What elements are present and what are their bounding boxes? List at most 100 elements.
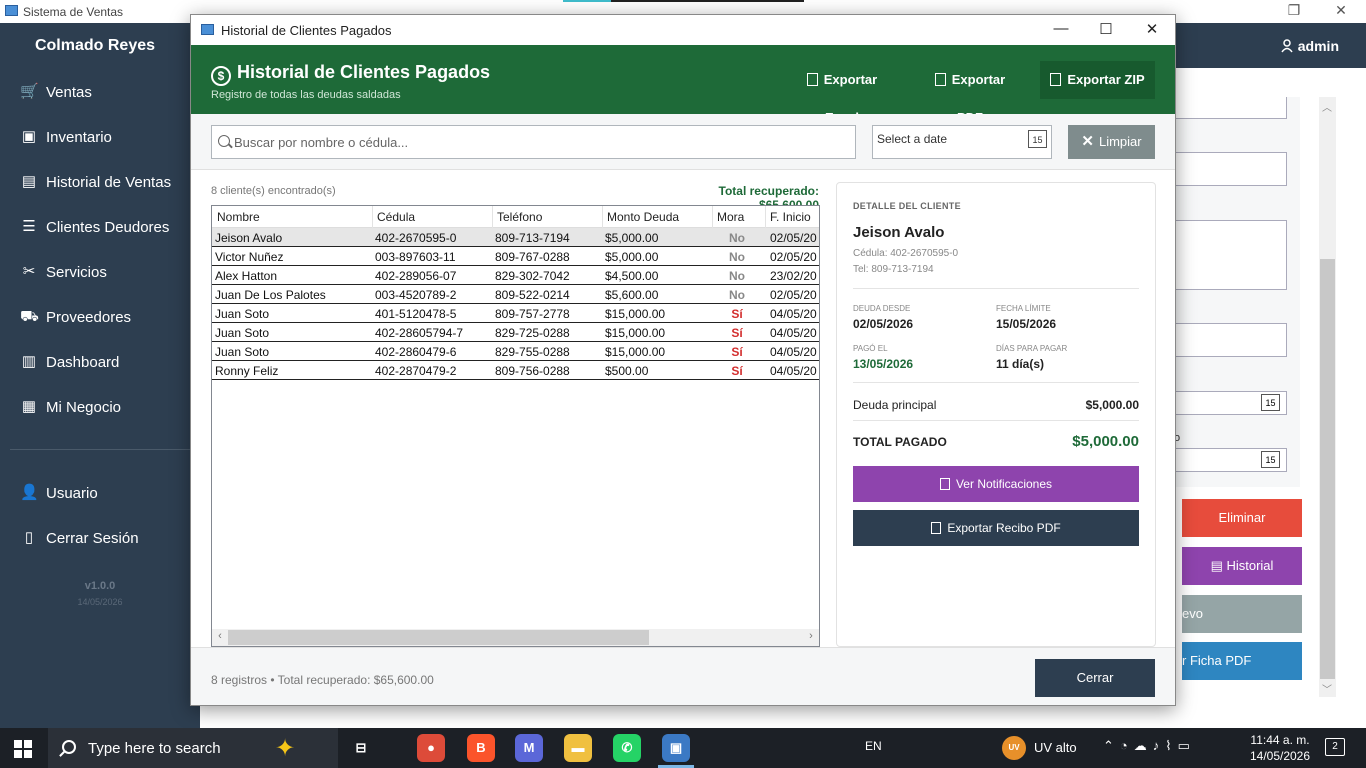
historial-button[interactable]: ▤ Historial	[1182, 547, 1302, 585]
table-row[interactable]: Juan De Los Palotes 003-4520789-2 809-522-…	[212, 285, 819, 304]
horizontal-scrollbar[interactable]: ‹ ›	[212, 629, 819, 646]
scroll-up-icon[interactable]: ︿	[1322, 99, 1332, 114]
chrome-icon[interactable]: ●	[417, 734, 445, 762]
column-header[interactable]: F. Inicio	[770, 210, 811, 224]
detail-cedula: Cédula: 402-2670595-0	[853, 248, 959, 259]
sidebar-item-label: Ventas	[46, 84, 92, 101]
table-row[interactable]: Juan Soto 402-2860479-6 829-755-0288 $15,00…	[212, 342, 819, 361]
cell-telefono: 829-755-0288	[495, 345, 570, 359]
export-pdf-button[interactable]: Exportar PDF	[920, 61, 1020, 125]
sidebar-item-clientes-deudores[interactable]: ☰ Clientes Deudores	[0, 206, 200, 246]
cell-inicio: 04/05/20	[770, 307, 817, 321]
system-tray[interactable]: ⌃◔☁♪⌇▭	[1103, 738, 1196, 754]
table-row[interactable]: Alex Hatton 402-289056-07 829-302-7042 $4,5…	[212, 266, 819, 285]
cloud-icon[interactable]: ☁	[1134, 738, 1153, 753]
column-divider[interactable]	[602, 206, 603, 228]
cell-cedula: 402-28605794-7	[375, 326, 464, 340]
sidebar-item-inventario[interactable]: ▣ Inventario	[0, 116, 200, 156]
scroll-left-icon[interactable]: ‹	[212, 630, 228, 642]
cell-monto: $5,000.00	[605, 231, 659, 245]
language-indicator[interactable]: EN	[865, 739, 882, 753]
sparkle-icon: ✦	[275, 735, 296, 762]
column-header[interactable]: Teléfono	[497, 210, 542, 224]
brave-icon[interactable]: B	[467, 734, 495, 762]
sidebar-item-mi-negocio[interactable]: ▦ Mi Negocio	[0, 386, 200, 426]
volume-icon[interactable]: ♪	[1153, 738, 1166, 753]
maximize-icon[interactable]: ☐	[1091, 20, 1121, 38]
column-header[interactable]: Nombre	[217, 210, 260, 224]
calendar-icon[interactable]: 15	[1261, 451, 1280, 468]
nuevo-button[interactable]: evo	[1182, 595, 1302, 633]
app-version: v1.0.0	[84, 580, 116, 592]
dias-pagar-value: 11 día(s)	[996, 357, 1045, 371]
clear-button[interactable]: ✕ Limpiar	[1068, 125, 1155, 159]
table-row[interactable]: Juan Soto 401-5120478-5 809-757-2778 $15,00…	[212, 304, 819, 323]
user-menu[interactable]: admin	[1281, 38, 1339, 54]
search-input[interactable]	[234, 126, 849, 158]
scroll-down-icon[interactable]: ﹀	[1322, 681, 1332, 696]
close-icon[interactable]: ✕	[1137, 20, 1167, 38]
restore-icon[interactable]: ❐	[1279, 2, 1309, 19]
sidebar-item-servicios[interactable]: ✂ Servicios	[0, 251, 200, 291]
clock-date: 14/05/2026	[1249, 749, 1311, 763]
main-scrollbar[interactable]: ︿ ﹀	[1319, 97, 1336, 697]
column-header[interactable]: Cédula	[377, 210, 415, 224]
dialog-footer: 8 registros • Total recuperado: $65,600.…	[191, 647, 1175, 705]
ver-notificaciones-button[interactable]: Ver Notificaciones	[853, 466, 1139, 502]
ficha-pdf-button[interactable]: r Ficha PDF	[1182, 642, 1302, 680]
chevron-up-icon[interactable]: ⌃	[1103, 738, 1120, 753]
weather-text[interactable]: UV alto	[1034, 740, 1077, 755]
clock[interactable]: 11:44 a. m. 14/05/2026	[1240, 732, 1320, 764]
battery-icon[interactable]: ▭	[1178, 738, 1196, 753]
column-divider[interactable]	[492, 206, 493, 228]
calendar-icon[interactable]: 15	[1261, 394, 1280, 411]
sidebar-item-proveedores[interactable]: ⛟ Proveedores	[0, 296, 200, 336]
notification-icon[interactable]: 2	[1325, 738, 1345, 756]
uv-icon[interactable]: UV	[1002, 736, 1026, 760]
search-box[interactable]	[211, 125, 856, 159]
task-view-icon[interactable]: ⊟	[347, 734, 375, 762]
table-row[interactable]: Juan Soto 402-28605794-7 829-725-0288 $15,0…	[212, 323, 819, 342]
background-textarea[interactable]	[1175, 220, 1287, 290]
column-divider[interactable]	[712, 206, 713, 228]
file-explorer-icon[interactable]: ▬	[564, 734, 592, 762]
sidebar-item-usuario[interactable]: 👤 Usuario	[0, 472, 200, 512]
sidebar-item-historial-ventas[interactable]: ▤ Historial de Ventas	[0, 161, 200, 201]
cell-mora: Sí	[731, 326, 743, 340]
scroll-right-icon[interactable]: ›	[803, 630, 819, 642]
background-input[interactable]	[1175, 97, 1287, 119]
calendar-icon[interactable]: 15	[1028, 130, 1047, 148]
minimize-icon[interactable]: —	[1046, 20, 1076, 37]
column-divider[interactable]	[372, 206, 373, 228]
cell-mora: Sí	[731, 307, 743, 321]
table-row[interactable]: Victor Nuñez 003-897603-11 809-767-0288 $5,…	[212, 247, 819, 266]
cell-nombre: Victor Nuñez	[215, 250, 284, 264]
m365-icon[interactable]: M	[515, 734, 543, 762]
sidebar-item-ventas[interactable]: 🛒 Ventas	[0, 71, 200, 111]
table-row[interactable]: Jeison Avalo 402-2670595-0 809-713-7194 $5,…	[212, 228, 819, 247]
column-divider[interactable]	[765, 206, 766, 228]
wifi-icon[interactable]: ⌇	[1165, 738, 1177, 753]
background-input[interactable]	[1175, 323, 1287, 357]
windows-start-icon[interactable]	[14, 740, 32, 758]
eliminar-button[interactable]: Eliminar	[1182, 499, 1302, 537]
whatsapp-icon[interactable]: ✆	[613, 734, 641, 762]
export-excel-button[interactable]: Exportar Excel	[788, 61, 896, 125]
sales-app-icon[interactable]: ▣	[658, 734, 694, 768]
scrollbar-thumb[interactable]	[228, 630, 649, 645]
table-row[interactable]: Ronny Feliz 402-2870479-2 809-756-0288 $500…	[212, 361, 819, 380]
exportar-recibo-button[interactable]: Exportar Recibo PDF	[853, 510, 1139, 546]
scrollbar-thumb[interactable]	[1320, 259, 1335, 679]
column-header[interactable]: Mora	[717, 210, 744, 224]
background-input[interactable]	[1175, 152, 1287, 186]
sidebar-item-dashboard[interactable]: ▥ Dashboard	[0, 341, 200, 381]
column-header[interactable]: Monto Deuda	[607, 210, 679, 224]
cerrar-button[interactable]: Cerrar	[1035, 659, 1155, 697]
clients-table[interactable]: Nombre Cédula Teléfono Monto Deuda Mora …	[211, 205, 820, 647]
close-icon[interactable]: ✕	[1326, 2, 1356, 19]
taskbar-search[interactable]: Type here to search ✦	[48, 728, 338, 768]
sidebar-item-cerrar-sesion[interactable]: ▯ Cerrar Sesión	[0, 517, 200, 557]
network-icon[interactable]: ◔	[1120, 738, 1134, 753]
date-picker[interactable]: Select a date 15	[872, 125, 1052, 159]
export-zip-button[interactable]: Exportar ZIP	[1040, 61, 1155, 99]
